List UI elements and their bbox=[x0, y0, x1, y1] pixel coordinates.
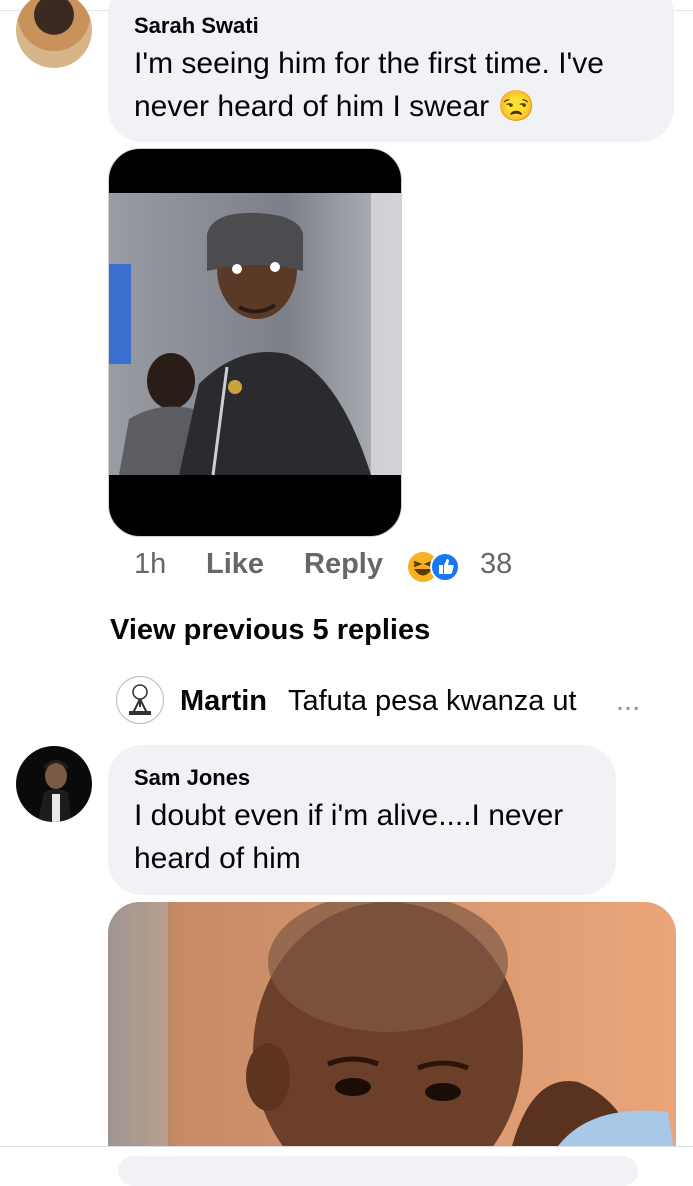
comment-photo-child[interactable] bbox=[108, 902, 676, 1162]
unamused-emoji-icon: 😒 bbox=[497, 90, 535, 123]
reply-text: Tafuta pesa kwanza ut bbox=[288, 685, 577, 717]
photo-man-image bbox=[109, 193, 401, 476]
comment-text-line-2: never heard of him I swear bbox=[134, 90, 490, 123]
reaction-count[interactable]: 38 bbox=[480, 548, 512, 581]
avatar-sam-jones[interactable] bbox=[16, 746, 92, 822]
stick-figure-avatar-icon bbox=[129, 684, 151, 715]
comment-text-line: I'm seeing him for the first time. I've bbox=[134, 47, 604, 80]
reply-button[interactable]: Reply bbox=[304, 548, 383, 581]
reply-ellipsis: ... bbox=[616, 685, 641, 717]
avatar-sarah-swati[interactable] bbox=[16, 0, 92, 68]
reply-author[interactable]: Martin bbox=[180, 685, 267, 718]
avatar-sam-jones-image bbox=[38, 760, 72, 822]
comment-text-line: I doubt even if i'm alive....I never bbox=[134, 799, 564, 832]
like-reaction-icon bbox=[430, 552, 460, 582]
view-previous-replies-link[interactable]: View previous 5 replies bbox=[110, 614, 430, 647]
comment-photo-man[interactable] bbox=[108, 148, 402, 537]
reply-preview[interactable]: Martin Tafuta pesa kwanza ut ... bbox=[116, 676, 676, 724]
comment-author[interactable]: Sam Jones bbox=[134, 765, 250, 791]
comment-text-line: never heard of him I swear 😒 bbox=[134, 85, 535, 128]
comment-text-line: heard of him bbox=[134, 842, 301, 875]
comment-composer[interactable] bbox=[118, 1156, 638, 1186]
avatar-martin[interactable] bbox=[116, 676, 164, 724]
reactions[interactable] bbox=[406, 550, 470, 584]
comment-time: 1h bbox=[134, 548, 167, 580]
like-button[interactable]: Like bbox=[206, 548, 264, 581]
photo-child-image bbox=[108, 902, 676, 1162]
comment-author[interactable]: Sarah Swati bbox=[134, 13, 259, 39]
